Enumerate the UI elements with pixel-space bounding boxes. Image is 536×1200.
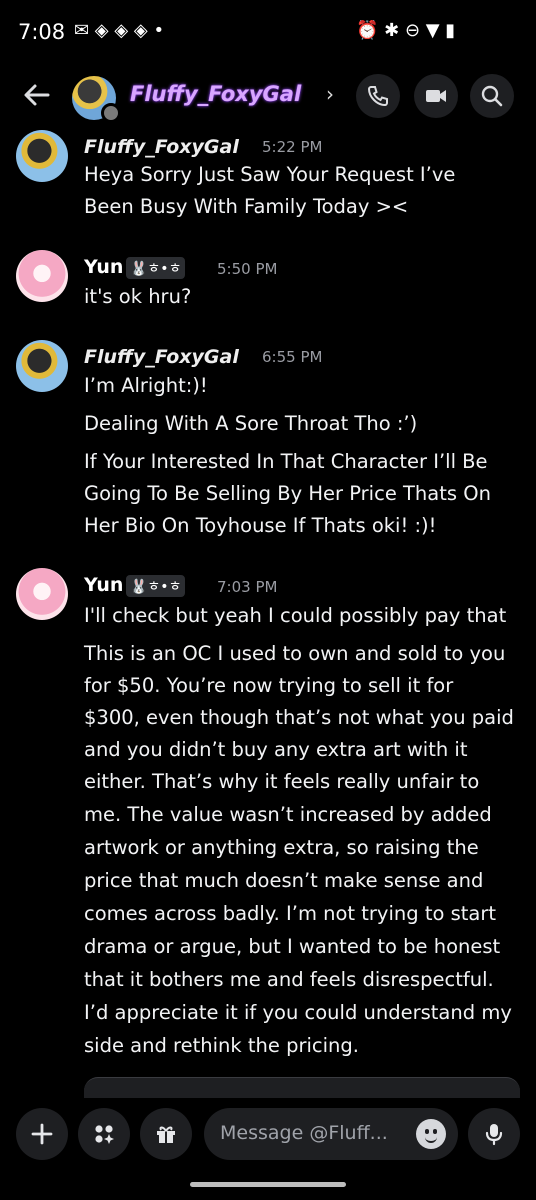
system-status-icons: ⏰ ✱ ⊖ ▼ ▮ [356,20,456,41]
message-text: either. That’s why it feels really unfai… [84,770,480,793]
message-text: Dealing With A Sore Throat Tho :’) [84,412,418,435]
message-input-placeholder: Message @Fluff... [220,1122,388,1144]
video-call-button[interactable] [414,74,458,118]
message-author[interactable]: Fluffy_FoxyGal [84,346,239,368]
back-button[interactable] [20,78,54,112]
apps-button[interactable] [78,1108,130,1160]
dm-username[interactable]: Fluffy_FoxyGal [130,82,301,106]
message-author[interactable]: Yun [84,574,123,596]
message-text: price that much doesn’t make sense and [84,869,484,892]
message-timestamp: 6:55 PM [262,348,323,366]
message-text: I’d appreciate it if you could understan… [84,1001,512,1024]
search-button[interactable] [470,74,514,118]
message-text: Heya Sorry Just Saw Your Request I’ve [84,163,456,186]
phone-icon [367,86,388,107]
home-indicator[interactable] [190,1182,346,1187]
message-text: that it bothers me and feels disrespectf… [84,968,494,991]
message-text: Going To Be Selling By Her Price Thats O… [84,482,491,505]
message-timestamp: 5:22 PM [262,138,323,156]
avatar[interactable] [16,568,68,620]
gift-button[interactable] [140,1108,192,1160]
emoji-icon[interactable] [416,1119,446,1149]
presence-indicator [101,103,121,123]
avatar[interactable] [16,340,68,392]
user-tag-badge: 🐰ㅎ•ㅎ [126,575,186,597]
voice-call-button[interactable] [356,74,400,118]
message-input[interactable]: Message @Fluff... [204,1108,458,1160]
message-text: drama or argue, but I wanted to be hones… [84,935,501,958]
message-author[interactable]: Fluffy_FoxyGal [84,136,239,158]
message-timestamp: 5:50 PM [217,260,278,278]
gift-icon [157,1126,175,1143]
message-text: me. The value wasn’t increased by added [84,803,492,826]
message-text: I’m Alright:)! [84,374,208,397]
status-bar: 7:08 ✉ ◈ ◈ ◈ • ⏰ ✱ ⊖ ▼ ▮ [0,0,536,62]
message-text: This is an OC I used to own and sold to … [84,642,506,665]
voice-message-button[interactable] [468,1108,520,1160]
dm-header: Fluffy_FoxyGal › [0,62,536,130]
camera-icon [426,90,446,102]
avatar[interactable] [16,130,68,182]
user-tag-badge: 🐰ㅎ•ㅎ [126,257,186,279]
search-icon [481,85,503,107]
notification-icons: ✉ ◈ ◈ ◈ • [74,20,165,41]
message-text: artwork or anything extra, so raising th… [84,836,479,859]
message-composer: Message @Fluff... [0,1098,536,1200]
plus-icon [31,1123,53,1145]
message-text: side and rethink the pricing. [84,1034,359,1057]
status-time: 7:08 [18,20,66,44]
apps-icon [95,1125,114,1144]
message-text: I'll check but yeah I could possibly pay… [84,604,507,627]
message-text: it's ok hru? [84,285,192,308]
message-text: comes across badly. I’m not trying to st… [84,902,497,925]
microphone-icon [485,1124,503,1146]
avatar[interactable] [16,250,68,302]
message-author[interactable]: Yun [84,256,123,278]
chevron-right-icon[interactable]: › [326,82,334,106]
message-timestamp: 7:03 PM [217,578,278,596]
message-text: $300, even though that’s not what you pa… [84,706,514,729]
add-attachment-button[interactable] [16,1108,68,1160]
message-text: Her Bio On Toyhouse If Thats oki! :)! [84,514,437,537]
message-text: for $50. You’re now trying to sell it fo… [84,674,454,697]
message-text: Been Busy With Family Today >< [84,195,409,218]
arrow-left-icon [24,84,50,106]
message-text: If Your Interested In That Character I’l… [84,450,488,473]
message-text: and you didn’t buy any extra art with it [84,738,468,761]
